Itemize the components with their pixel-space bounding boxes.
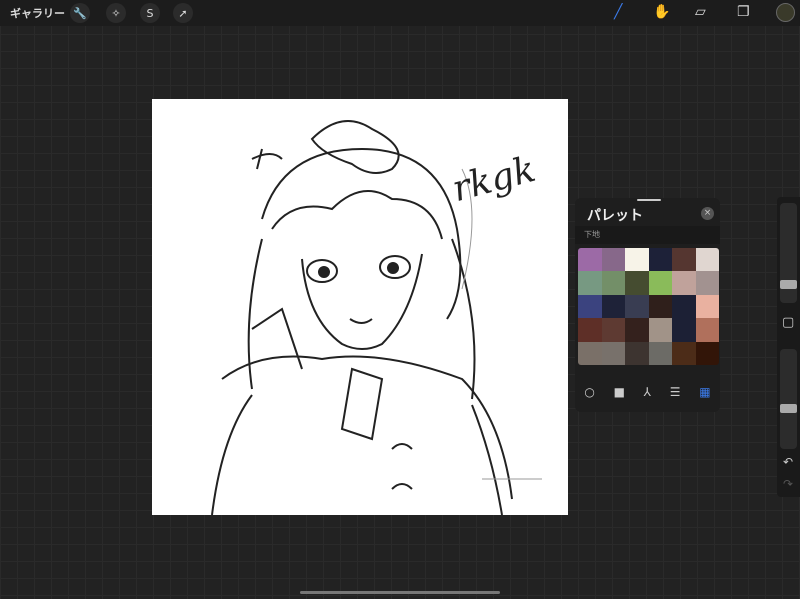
- color-swatch[interactable]: [625, 248, 649, 272]
- drawing-canvas[interactable]: rkgk: [152, 99, 568, 515]
- harmony-icon[interactable]: ⅄: [644, 385, 651, 399]
- color-swatch[interactable]: [648, 248, 672, 272]
- value-icon[interactable]: ☰: [670, 385, 681, 399]
- classic-icon[interactable]: ■: [614, 385, 625, 399]
- color-mode-tabs: ○ ■ ⅄ ☰ ▦: [575, 380, 720, 404]
- brush-size-slider[interactable]: [780, 203, 797, 303]
- palette-title: パレット: [587, 208, 643, 224]
- color-swatch[interactable]: [625, 341, 649, 365]
- sidebar: ▢ ↶ ↷: [777, 197, 800, 497]
- color-swatch[interactable]: [695, 248, 719, 272]
- gallery-button[interactable]: ギャラリー: [10, 5, 65, 21]
- modify-button[interactable]: ▢: [782, 315, 794, 330]
- color-swatch[interactable]: [578, 318, 602, 342]
- brush-icon[interactable]: ╱: [614, 4, 622, 20]
- eraser-icon[interactable]: ▱: [695, 4, 706, 20]
- transform-arrow-icon[interactable]: ➚: [173, 3, 193, 23]
- top-toolbar: ギャラリー 🔧 ✧ S ➚ ╱ ✋ ▱ ❐: [0, 0, 800, 26]
- drag-handle[interactable]: [637, 199, 661, 201]
- color-swatch[interactable]: [695, 341, 719, 365]
- wrench-icon[interactable]: 🔧: [70, 3, 90, 23]
- color-swatch-button[interactable]: [776, 3, 795, 22]
- color-swatch[interactable]: [672, 271, 696, 295]
- color-swatch[interactable]: [625, 294, 649, 319]
- color-swatch[interactable]: [578, 341, 602, 365]
- color-swatch[interactable]: [601, 248, 625, 272]
- selection-icon[interactable]: S: [140, 3, 160, 23]
- color-swatch[interactable]: [672, 294, 696, 319]
- color-swatch[interactable]: [648, 271, 672, 295]
- slider-knob[interactable]: [780, 280, 797, 290]
- color-swatch[interactable]: [648, 318, 672, 342]
- palette-name: 下地: [584, 230, 600, 239]
- color-swatch[interactable]: [695, 318, 719, 342]
- layers-icon[interactable]: ❐: [737, 4, 750, 20]
- color-swatch[interactable]: [648, 294, 672, 319]
- home-indicator: [300, 591, 500, 594]
- color-swatch[interactable]: [578, 271, 602, 295]
- smudge-icon[interactable]: ✋: [653, 4, 670, 20]
- swatch-grid: [578, 248, 719, 365]
- color-swatch[interactable]: [695, 294, 719, 319]
- color-swatch[interactable]: [672, 248, 696, 272]
- opacity-slider[interactable]: [780, 349, 797, 449]
- magic-wand-icon[interactable]: ✧: [106, 3, 126, 23]
- color-swatch[interactable]: [648, 341, 672, 365]
- palette-panel: パレット × 下地 ○ ■ ⅄ ☰ ▦: [575, 198, 720, 412]
- color-swatch[interactable]: [625, 318, 649, 342]
- color-swatch[interactable]: [672, 318, 696, 342]
- close-icon[interactable]: ×: [701, 207, 714, 220]
- disc-icon[interactable]: ○: [584, 385, 594, 399]
- color-swatch[interactable]: [578, 294, 602, 319]
- redo-icon[interactable]: ↷: [783, 477, 793, 491]
- color-swatch[interactable]: [672, 341, 696, 365]
- slider-knob[interactable]: [780, 403, 797, 413]
- undo-icon[interactable]: ↶: [783, 455, 793, 469]
- color-swatch[interactable]: [695, 271, 719, 295]
- color-swatch[interactable]: [601, 318, 625, 342]
- color-swatch[interactable]: [601, 294, 625, 319]
- color-swatch[interactable]: [601, 271, 625, 295]
- palette-header: 下地: [575, 226, 720, 244]
- color-swatch[interactable]: [625, 271, 649, 295]
- color-swatch[interactable]: [601, 341, 625, 365]
- palettes-icon[interactable]: ▦: [699, 385, 710, 399]
- color-swatch[interactable]: [578, 248, 602, 272]
